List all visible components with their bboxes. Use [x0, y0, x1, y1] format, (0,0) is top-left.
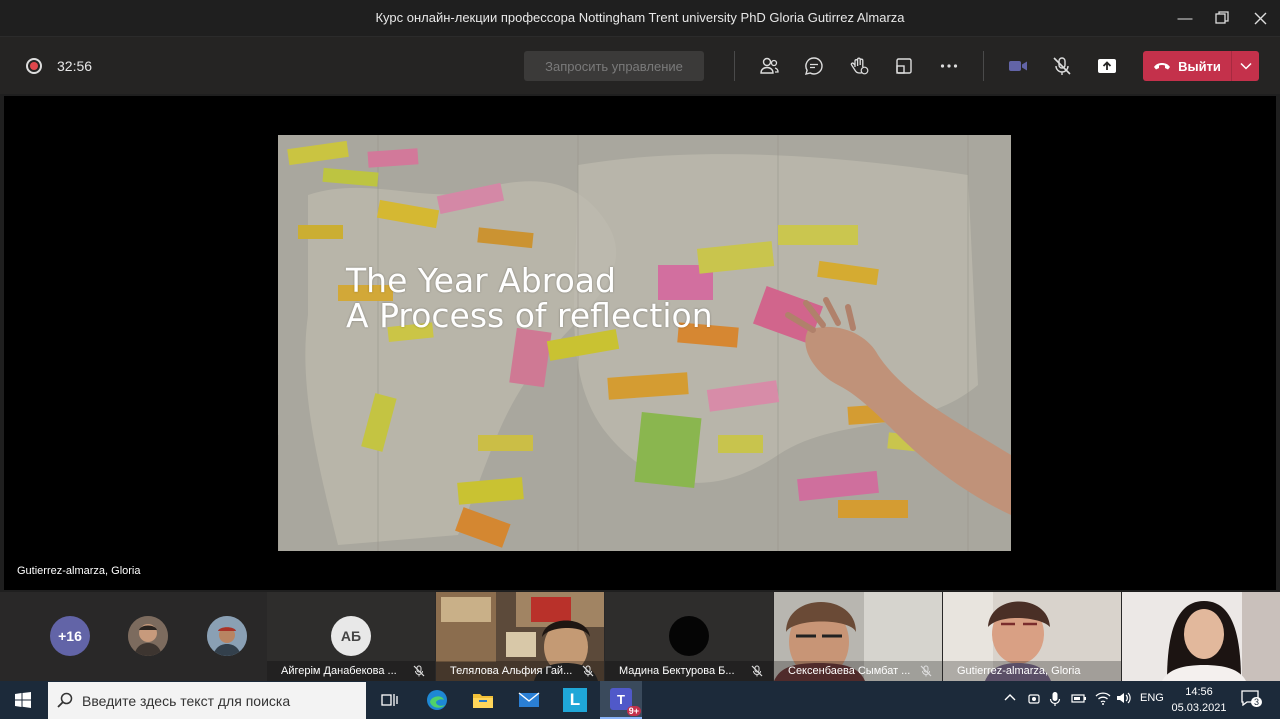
avatar[interactable]: [128, 616, 168, 656]
clock-time: 14:56: [1185, 686, 1213, 698]
participant-name: Мадина Бектурова Б...: [605, 661, 773, 681]
mic-off-icon: [582, 665, 594, 677]
more-icon[interactable]: [934, 51, 964, 81]
battery-icon[interactable]: [1071, 692, 1087, 707]
participant-tile[interactable]: Сексенбаева Сымбат ...: [774, 592, 942, 681]
participants-icon[interactable]: [754, 51, 784, 81]
participant-name: Айгерім Данабекова ...: [267, 661, 435, 681]
avatar: [669, 616, 709, 656]
participant-name: Сексенбаева Сымбат ...: [774, 661, 942, 681]
participant-strip: +16 АБ Айгерім Данабекова ... Телялова А…: [0, 592, 1280, 681]
camera-icon[interactable]: [1003, 51, 1033, 81]
participant-tile[interactable]: Телялова Альфия Гай...: [436, 592, 604, 681]
participant-name: Телялова Альфия Гай...: [436, 661, 604, 681]
share-icon[interactable]: [1092, 51, 1122, 81]
window-title: Курс онлайн-лекции профессора Nottingham…: [375, 10, 905, 25]
participant-video: [1122, 592, 1280, 681]
mic-off-icon[interactable]: [1047, 51, 1077, 81]
volume-icon[interactable]: [1116, 691, 1132, 708]
participant-tile[interactable]: АБ Айгерім Данабекова ...: [267, 592, 435, 681]
hangup-icon: [1154, 63, 1171, 70]
edge-icon[interactable]: [422, 685, 452, 715]
mic-off-icon: [751, 665, 763, 677]
slide-title-line-1: The Year Abroad: [346, 261, 616, 300]
minimize-icon[interactable]: —: [1172, 6, 1198, 30]
chat-icon[interactable]: [799, 51, 829, 81]
mic-off-icon: [920, 665, 932, 677]
presentation-slide: The Year Abroad A Process of reflection: [278, 135, 1011, 551]
meeting-timer: 32:56: [57, 58, 93, 74]
leave-button-label[interactable]: Выйти: [1143, 51, 1231, 81]
slide-title: The Year Abroad A Process of reflection: [346, 263, 713, 333]
taskbar-clock[interactable]: 14:56 05.03.2021: [1168, 684, 1230, 716]
world-map-sticky-notes-image: [278, 135, 1011, 551]
participant-tile[interactable]: Мадина Бектурова Б...: [605, 592, 773, 681]
toolbar-divider: [983, 51, 984, 81]
mail-icon[interactable]: [514, 685, 544, 715]
avatar: АБ: [331, 616, 371, 656]
microphone-icon[interactable]: [1049, 691, 1061, 710]
rooms-icon[interactable]: [889, 51, 919, 81]
clock-date: 05.03.2021: [1171, 702, 1227, 714]
leave-dropdown-chevron-icon[interactable]: [1231, 51, 1259, 81]
recording-icon: [26, 58, 42, 74]
participant-name: Gutierrez-almarza, Gloria: [943, 661, 1121, 681]
chevron-up-icon[interactable]: [1004, 692, 1016, 704]
search-placeholder: Введите здесь текст для поиска: [82, 692, 291, 709]
mic-off-icon: [413, 665, 425, 677]
taskbar-search-box[interactable]: Введите здесь текст для поиска: [48, 682, 366, 719]
reactions-icon[interactable]: [844, 51, 874, 81]
slide-title-line-2: A Process of reflection: [346, 296, 713, 335]
explorer-icon[interactable]: [468, 685, 498, 715]
leave-text: Выйти: [1178, 58, 1221, 74]
lingualeo-icon[interactable]: L: [560, 685, 590, 715]
notification-count: 3: [1251, 697, 1263, 707]
toolbar-divider: [734, 51, 735, 81]
participant-tile[interactable]: Gutierrez-almarza, Gloria: [943, 592, 1121, 681]
overflow-participants-badge[interactable]: +16: [50, 616, 90, 656]
request-control-button[interactable]: Запросить управление: [524, 51, 704, 81]
language-indicator[interactable]: ENG: [1140, 692, 1164, 704]
teams-badge: 9+: [626, 706, 641, 716]
participant-tile[interactable]: [1122, 592, 1280, 681]
windows-taskbar: Введите здесь текст для поиска L T 9+ EN…: [0, 681, 1280, 719]
meeting-toolbar: 32:56 Запросить управление Выйти: [0, 37, 1280, 94]
search-icon: [57, 692, 73, 708]
notifications-icon[interactable]: 3: [1241, 690, 1263, 709]
task-view-icon[interactable]: [375, 685, 405, 715]
windows-icon[interactable]: [8, 685, 38, 715]
presenter-name: Gutierrez-almarza, Gloria: [17, 565, 141, 577]
wifi-icon[interactable]: [1095, 691, 1111, 708]
title-bar: Курс онлайн-лекции профессора Nottingham…: [0, 0, 1280, 37]
maximize-icon[interactable]: [1209, 6, 1235, 30]
shared-screen-stage: The Year Abroad A Process of reflection …: [4, 96, 1276, 590]
meet-now-icon[interactable]: [1027, 691, 1041, 710]
close-icon[interactable]: [1247, 6, 1273, 30]
teams-icon[interactable]: T 9+: [600, 681, 642, 719]
leave-button[interactable]: Выйти: [1143, 51, 1259, 81]
avatar[interactable]: [207, 616, 247, 656]
